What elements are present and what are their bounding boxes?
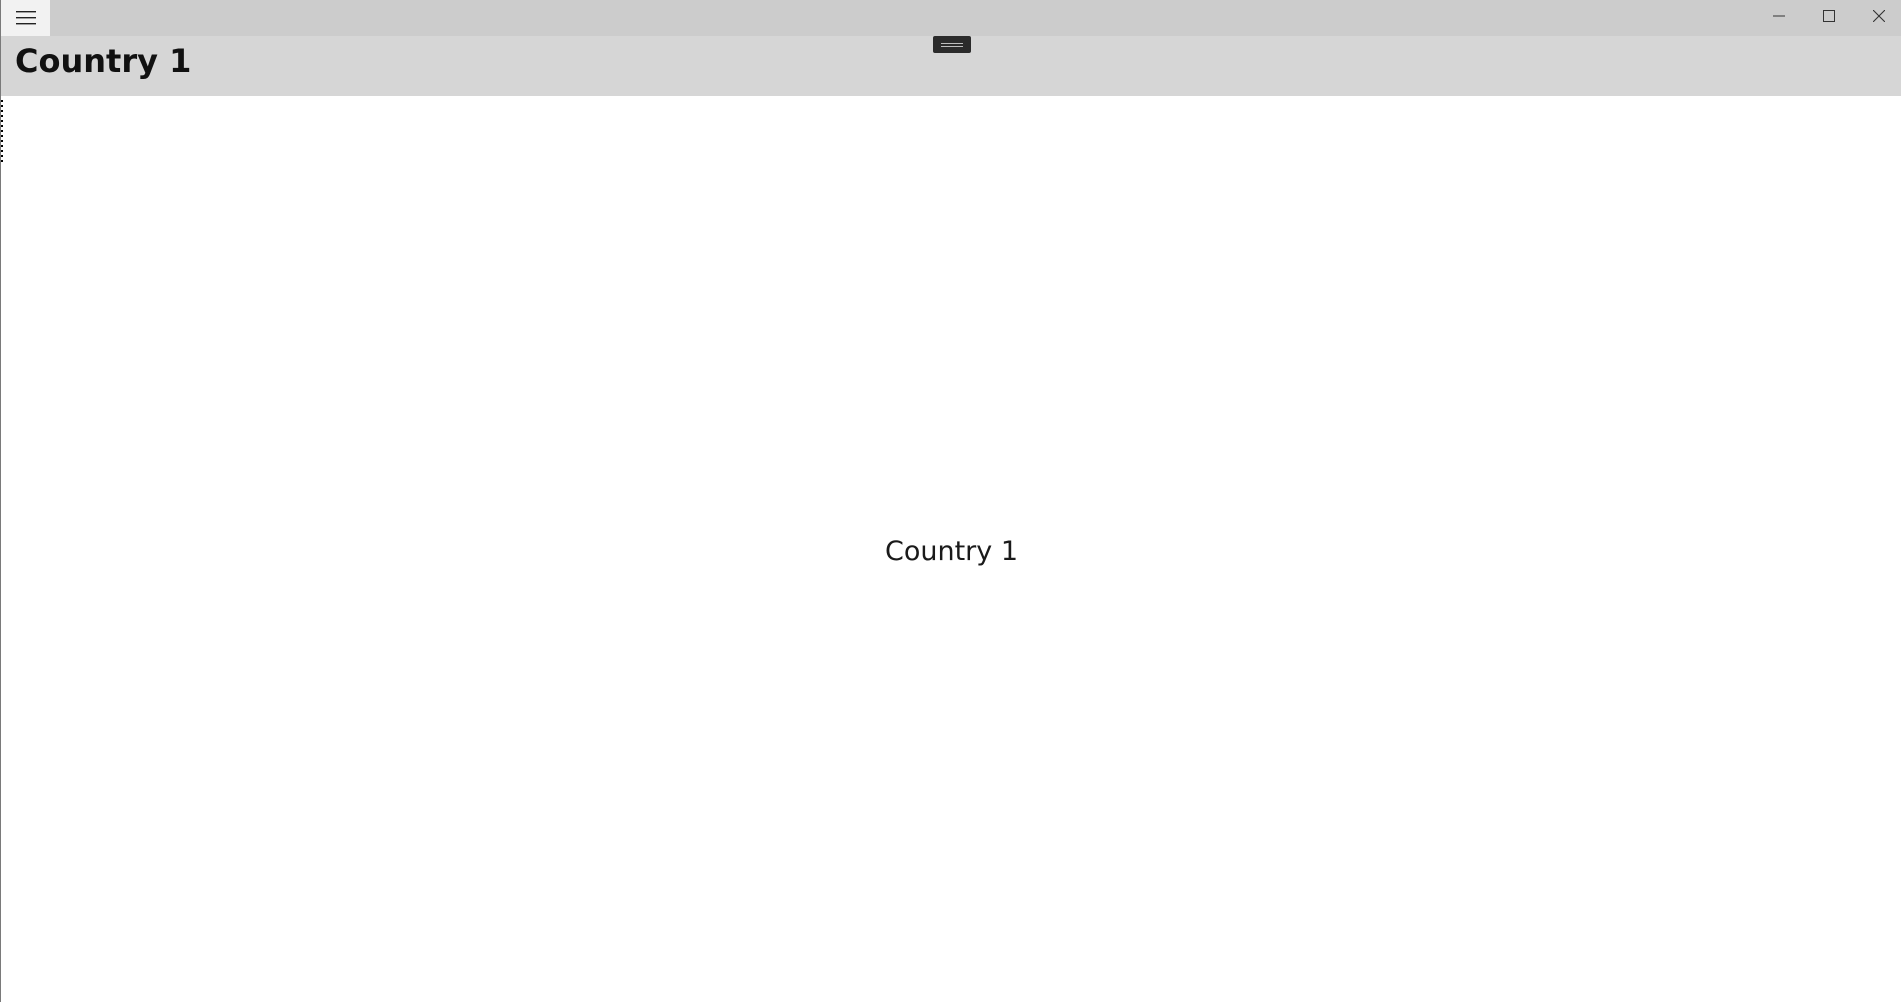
close-icon (1873, 10, 1885, 22)
close-button[interactable] (1854, 0, 1901, 32)
hamburger-menu-icon (15, 11, 36, 25)
title-bar (1, 0, 1901, 36)
minimize-button[interactable] (1754, 0, 1804, 32)
maximize-icon (1823, 10, 1835, 22)
minimize-icon (1773, 10, 1785, 22)
grip-icon (941, 42, 963, 47)
drag-handle[interactable] (933, 36, 971, 53)
app-window: Country 1 Country 1 (0, 0, 1901, 1002)
content-label: Country 1 (884, 536, 1019, 567)
pane-edge-indicator (1, 100, 3, 162)
hamburger-menu-button[interactable] (1, 0, 50, 36)
maximize-button[interactable] (1804, 0, 1854, 32)
page-title: Country 1 (15, 42, 192, 80)
